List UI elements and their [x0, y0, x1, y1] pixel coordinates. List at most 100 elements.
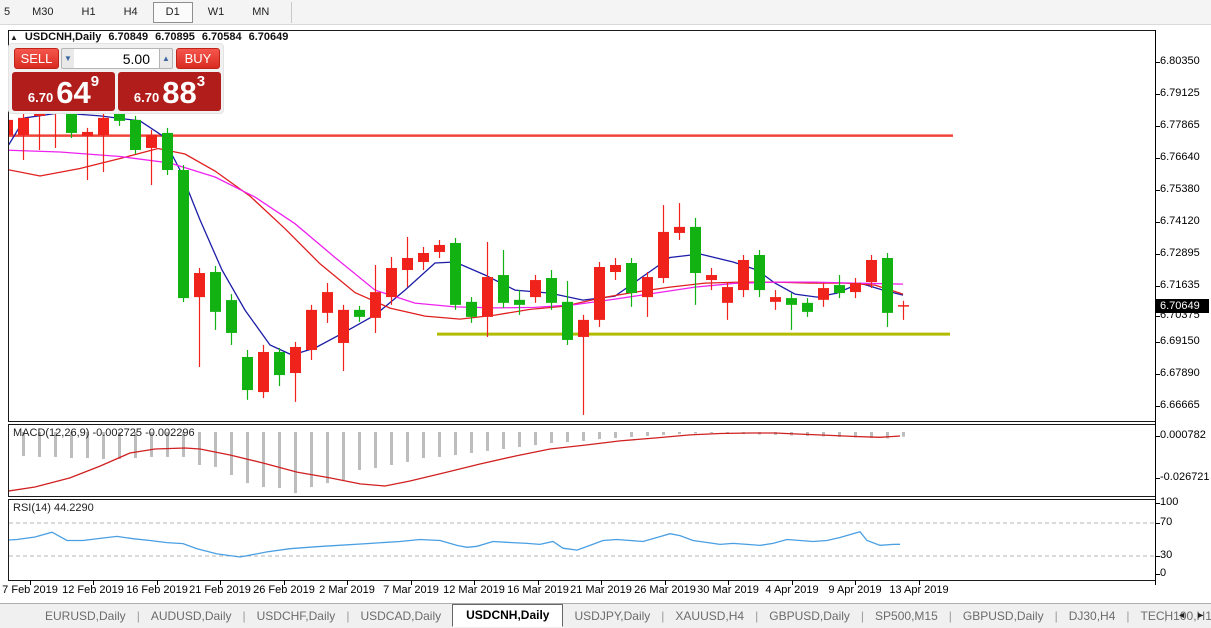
candle-body: [626, 263, 637, 294]
chart-tab-DJ30-H4[interactable]: DJ30,H4: [1058, 606, 1127, 626]
price-axis-label: 6.69150: [1160, 335, 1200, 347]
date-axis-label: 7 Feb 2019: [2, 584, 58, 596]
candle-body: [9, 119, 13, 135]
timeframe-button-D1[interactable]: D1: [152, 1, 193, 23]
candle-body: [818, 288, 829, 300]
candle-body: [82, 131, 93, 136]
timeframe-button-M30[interactable]: M30: [19, 2, 66, 23]
tab-scroll-left-icon[interactable]: ◄: [1177, 610, 1186, 620]
candle-body: [898, 305, 909, 307]
candle-body: [658, 231, 669, 279]
price-axis-label: 6.71635: [1160, 279, 1200, 291]
candle-body: [850, 283, 861, 293]
timeframe-button-W1[interactable]: W1: [195, 2, 238, 23]
candle-body: [706, 275, 717, 281]
candle-body: [578, 319, 589, 337]
date-axis-label: 2 Mar 2019: [319, 584, 375, 596]
date-axis-label: 13 Apr 2019: [889, 584, 949, 596]
rsi-layer: [9, 522, 1154, 558]
timeframe-button-H1[interactable]: H1: [69, 2, 109, 23]
candle-body: [322, 292, 333, 313]
collapse-quote-panel-icon[interactable]: ▲: [10, 33, 18, 42]
candle-body: [258, 351, 269, 393]
ask-price-pip: 3: [196, 73, 206, 90]
candle-body: [770, 297, 781, 302]
price-axis-label: 6.77865: [1160, 119, 1200, 131]
price-axis-label: 6.76640: [1160, 151, 1200, 163]
chart-tab-USDCAD-Daily[interactable]: USDCAD,Daily: [349, 606, 452, 626]
chart-tab-AUDUSD-Daily[interactable]: AUDUSD,Daily: [140, 606, 243, 626]
price-axis-label: 6.67890: [1160, 367, 1200, 379]
bid-price-button[interactable]: 6.70 64 9: [12, 72, 115, 111]
volume-decrease-button[interactable]: ▼: [61, 48, 75, 69]
candle-body: [674, 226, 685, 233]
chart-tab-SP500-M15[interactable]: SP500,M15: [864, 606, 949, 626]
date-axis-label: 12 Mar 2019: [443, 584, 505, 596]
tab-scroll-right-icon[interactable]: ►: [1196, 610, 1205, 620]
quote-open: 6.70849: [108, 31, 149, 43]
timeframe-button-H4[interactable]: H4: [111, 2, 151, 23]
timeframe-button-5[interactable]: 5: [1, 2, 17, 23]
date-axis-label: 30 Mar 2019: [697, 584, 759, 596]
rsi-pane-border: [8, 499, 1156, 581]
date-axis-label: 26 Feb 2019: [253, 584, 315, 596]
chart-tab-USDCHF-Daily[interactable]: USDCHF,Daily: [246, 606, 347, 626]
candle-body: [66, 112, 77, 133]
date-axis-label: 9 Apr 2019: [828, 584, 882, 596]
candle-body: [146, 134, 157, 148]
timeframe-toolbar: 5 M30 H1 H4 D1 W1 MN: [0, 0, 1211, 25]
macd-axis-label: -0.026721: [1160, 471, 1210, 483]
rsi-axis-label: 0: [1160, 567, 1167, 579]
tab-scroll-arrows: | ◄ ►: [1164, 608, 1205, 622]
candles-layer: [9, 106, 909, 415]
candle-body: [610, 265, 621, 273]
volume-increase-button[interactable]: ▲: [159, 48, 173, 69]
candle-body: [386, 268, 397, 298]
chart-tab-USDJPY-Daily[interactable]: USDJPY,Daily: [563, 606, 661, 626]
candle-body: [210, 272, 221, 312]
candle-body: [290, 346, 301, 374]
volume-input[interactable]: [74, 48, 160, 69]
date-axis-label: 12 Feb 2019: [62, 584, 124, 596]
candle-body: [450, 242, 461, 305]
candle-body: [306, 309, 317, 350]
candle-body: [786, 298, 797, 305]
chart-tab-GBPUSD-Daily[interactable]: GBPUSD,Daily: [758, 606, 861, 626]
date-axis-label: 21 Mar 2019: [570, 584, 632, 596]
chart-tab-XAUUSD-H4[interactable]: XAUUSD,H4: [664, 606, 755, 626]
price-axis-label: 6.72895: [1160, 247, 1200, 259]
chart-tab-GBPUSD-Daily[interactable]: GBPUSD,Daily: [952, 606, 1055, 626]
bid-price-pip: 9: [90, 73, 100, 90]
candle-body: [834, 285, 845, 294]
ask-price-button[interactable]: 6.70 88 3: [118, 72, 221, 111]
candle-body: [882, 257, 893, 313]
candle-body: [242, 356, 253, 391]
toolbar-separator: [291, 1, 293, 23]
candle-body: [274, 351, 285, 376]
date-axis-label: 16 Feb 2019: [126, 584, 188, 596]
candle-body: [562, 301, 573, 340]
chart-tab-EURUSD-Daily[interactable]: EURUSD,Daily: [34, 606, 137, 626]
candle-body: [130, 119, 141, 150]
trading-platform-window: 5 M30 H1 H4 D1 W1 MN ▲ USDCNH,Daily 6.70849 6.…: [0, 0, 1211, 628]
buy-button[interactable]: BUY: [176, 48, 220, 69]
bid-price-main: 64: [56, 75, 91, 110]
chart-title: ▲ USDCNH,Daily 6.70849 6.70895 6.70584 6…: [10, 31, 288, 43]
date-axis-label: 7 Mar 2019: [383, 584, 439, 596]
candle-body: [402, 257, 413, 271]
sell-button[interactable]: SELL: [14, 48, 59, 69]
macd-pane-title: MACD(12,26,9) -0.002725 -0.002296: [13, 427, 195, 439]
timeframe-button-MN[interactable]: MN: [239, 2, 282, 23]
date-axis-label: 21 Feb 2019: [189, 584, 251, 596]
candle-body: [690, 226, 701, 274]
candle-body: [370, 292, 381, 318]
macd-axis-label: 0.000782: [1160, 429, 1206, 441]
candle-body: [434, 244, 445, 252]
candle-body: [18, 117, 29, 135]
bid-price-prefix: 6.70: [27, 90, 54, 105]
candle-body: [338, 309, 349, 343]
price-axis-label: 6.66665: [1160, 399, 1200, 411]
price-axis-label: 6.74120: [1160, 215, 1200, 227]
one-click-trading-panel: SELL ▼ ▲ BUY 6.70 64 9 6.70 88 3: [8, 43, 224, 114]
chart-tab-USDCNH-Daily[interactable]: USDCNH,Daily: [452, 603, 564, 627]
